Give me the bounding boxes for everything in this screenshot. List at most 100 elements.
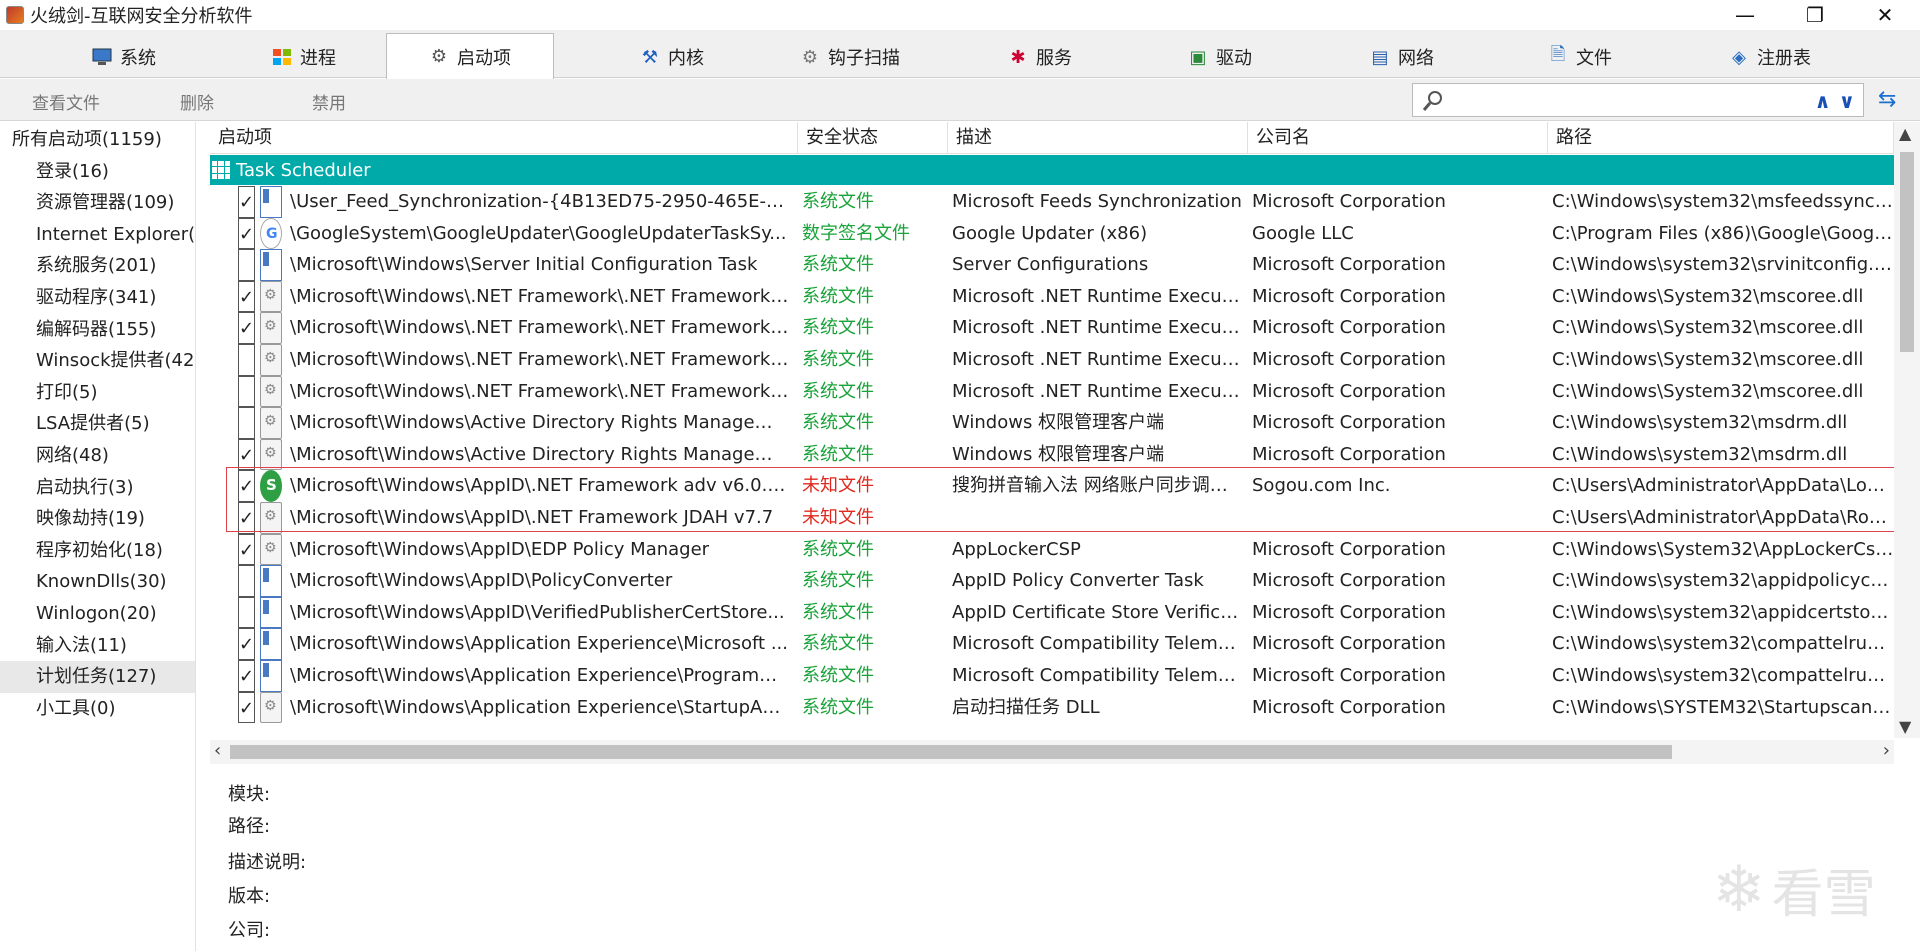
scroll-right-icon[interactable]: › bbox=[1883, 740, 1890, 761]
dll-file-icon bbox=[260, 533, 282, 566]
search-prev-icon[interactable]: ∧ bbox=[1815, 89, 1831, 113]
tab-drivers[interactable]: ▣ 驱动 bbox=[1160, 36, 1280, 78]
sidebar-item[interactable]: 启动执行(3) bbox=[0, 472, 195, 504]
sidebar-item[interactable]: 映像劫持(19) bbox=[0, 503, 195, 535]
table-row[interactable]: \Microsoft\Windows\Active Directory Righ… bbox=[210, 407, 1894, 439]
row-checkbox[interactable]: ✓ bbox=[238, 312, 255, 344]
table-row[interactable]: ✓ \User_Feed_Synchronization-{4B13ED75-29… bbox=[210, 186, 1894, 218]
windows-logo-icon bbox=[272, 48, 292, 66]
table-row[interactable]: ✓ \Microsoft\Windows\AppID\.NET Framework… bbox=[210, 470, 1894, 502]
sidebar-item[interactable]: 输入法(11) bbox=[0, 630, 195, 662]
tab-system[interactable]: 系统 bbox=[64, 36, 184, 78]
tab-label: 内核 bbox=[668, 48, 704, 69]
horizontal-scrollbar[interactable]: ‹ › bbox=[210, 740, 1894, 764]
scroll-down-icon[interactable]: ▼ bbox=[1899, 717, 1911, 736]
search-icon bbox=[1422, 91, 1442, 111]
disable-button[interactable]: 禁用 bbox=[312, 89, 346, 114]
scroll-left-icon[interactable]: ‹ bbox=[214, 740, 221, 761]
window-controls: — ❐ ✕ bbox=[1710, 0, 1920, 30]
table-row[interactable]: ✓ \Microsoft\Windows\.NET Framework\.NET … bbox=[210, 312, 1894, 344]
row-checkbox[interactable]: ✓ bbox=[238, 280, 255, 313]
sidebar-item[interactable]: 程序初始化(18) bbox=[0, 535, 195, 567]
vertical-scroll-thumb[interactable] bbox=[1900, 152, 1914, 352]
table-row[interactable]: \Microsoft\Windows\.NET Framework\.NET F… bbox=[210, 343, 1894, 376]
tab-hook-scan[interactable]: ⚙ 钩子扫描 bbox=[780, 36, 920, 78]
cell-startup-item: \Microsoft\Windows\Application Experienc… bbox=[290, 696, 790, 718]
table-row[interactable]: ✓ \GoogleSystem\GoogleUpdater\GoogleUpdat… bbox=[210, 217, 1894, 250]
row-checkbox[interactable] bbox=[238, 596, 255, 629]
sidebar-item-all[interactable]: 所有启动项(1159) bbox=[0, 124, 195, 156]
search-box[interactable]: ∧ ∨ bbox=[1412, 83, 1864, 117]
table-row[interactable]: ✓ \Microsoft\Windows\Application Experien… bbox=[210, 659, 1894, 692]
sidebar-item[interactable]: 资源管理器(109) bbox=[0, 187, 195, 219]
table-row[interactable]: ✓ \Microsoft\Windows\.NET Framework\.NET … bbox=[210, 280, 1894, 313]
cell-security-status: 系统文件 bbox=[802, 538, 874, 560]
scroll-up-icon[interactable]: ▲ bbox=[1899, 124, 1911, 143]
row-checkbox[interactable]: ✓ bbox=[238, 628, 255, 660]
refresh-icon[interactable]: ⇆ bbox=[1878, 87, 1896, 112]
maximize-button[interactable]: ❐ bbox=[1780, 0, 1850, 30]
sidebar-item[interactable]: KnownDlls(30) bbox=[0, 566, 195, 598]
sidebar-item[interactable]: 系统服务(201) bbox=[0, 250, 195, 282]
tab-kernel[interactable]: ⚒ 内核 bbox=[612, 36, 732, 78]
sidebar-item[interactable]: Winsock提供者(42) bbox=[0, 345, 195, 377]
sidebar-item[interactable]: 编解码器(155) bbox=[0, 314, 195, 346]
tab-process[interactable]: 进程 bbox=[244, 36, 364, 78]
sidebar-item[interactable]: 网络(48) bbox=[0, 440, 195, 472]
watermark-text: 看雪 bbox=[1771, 865, 1876, 925]
row-checkbox[interactable]: ✓ bbox=[238, 438, 255, 471]
row-checkbox[interactable]: ✓ bbox=[238, 691, 255, 724]
table-row[interactable]: ✓ \Microsoft\Windows\Application Experien… bbox=[210, 691, 1894, 724]
vertical-scrollbar[interactable]: ▲ ▼ bbox=[1894, 122, 1920, 738]
column-header-security-status[interactable]: 安全状态 bbox=[798, 122, 948, 154]
row-checkbox[interactable]: ✓ bbox=[238, 659, 255, 692]
cell-path: C:\Windows\system32\compattelrunne bbox=[1552, 664, 1894, 686]
sidebar-item[interactable]: 登录(16) bbox=[0, 156, 195, 188]
search-next-icon[interactable]: ∨ bbox=[1839, 89, 1855, 113]
sidebar-item[interactable]: 驱动程序(341) bbox=[0, 282, 195, 314]
row-checkbox[interactable]: ✓ bbox=[238, 217, 255, 250]
sidebar-item[interactable]: 小工具(0) bbox=[0, 693, 195, 725]
row-checkbox[interactable] bbox=[238, 407, 255, 439]
view-file-button[interactable]: 查看文件 bbox=[32, 89, 100, 114]
cell-description: Microsoft Feeds Synchronization bbox=[952, 191, 1242, 212]
column-header-description[interactable]: 描述 bbox=[948, 122, 1248, 154]
row-checkbox[interactable]: ✓ bbox=[238, 533, 255, 566]
table-row[interactable]: ✓ \Microsoft\Windows\Active Directory Rig… bbox=[210, 438, 1894, 471]
table-row[interactable]: \Microsoft\Windows\AppID\VerifiedPublish… bbox=[210, 596, 1894, 629]
minimize-button[interactable]: — bbox=[1710, 0, 1780, 30]
table-row[interactable]: \Microsoft\Windows\.NET Framework\.NET F… bbox=[210, 375, 1894, 408]
close-button[interactable]: ✕ bbox=[1850, 0, 1920, 30]
column-header-startup-item[interactable]: 启动项 bbox=[210, 122, 798, 154]
column-header-path[interactable]: 路径 bbox=[1548, 122, 1894, 154]
column-header-company[interactable]: 公司名 bbox=[1248, 122, 1548, 154]
tab-registry[interactable]: ◈ 注册表 bbox=[1700, 36, 1840, 78]
row-checkbox[interactable]: ✓ bbox=[238, 470, 255, 502]
horizontal-scroll-thumb[interactable] bbox=[230, 745, 1672, 759]
sidebar-item[interactable]: Internet Explorer(9 bbox=[0, 219, 195, 251]
row-checkbox[interactable]: ✓ bbox=[238, 501, 255, 534]
table-row[interactable]: ✓ \Microsoft\Windows\AppID\.NET Framework… bbox=[210, 501, 1894, 534]
row-checkbox[interactable]: ✓ bbox=[238, 186, 255, 218]
tab-startup[interactable]: ⚙ 启动项 bbox=[386, 33, 554, 79]
table-row[interactable]: ✓ \Microsoft\Windows\AppID\EDP Policy Man… bbox=[210, 533, 1894, 566]
table-row[interactable]: \Microsoft\Windows\AppID\PolicyConverter… bbox=[210, 565, 1894, 597]
sidebar-item[interactable]: Winlogon(20) bbox=[0, 598, 195, 630]
tab-files[interactable]: 🗎 文件 bbox=[1520, 36, 1640, 78]
sidebar-item[interactable]: 计划任务(127) bbox=[0, 661, 195, 693]
tab-network[interactable]: ▤ 网络 bbox=[1342, 36, 1462, 78]
row-checkbox[interactable] bbox=[238, 249, 255, 281]
table-row[interactable]: ✓ \Microsoft\Windows\Application Experien… bbox=[210, 628, 1894, 660]
sidebar-list: 登录(16) 资源管理器(109) Internet Explorer(9 系统服务(… bbox=[0, 156, 195, 725]
sidebar-item[interactable]: LSA提供者(5) bbox=[0, 408, 195, 440]
delete-button[interactable]: 删除 bbox=[180, 89, 214, 114]
sidebar-item[interactable]: 打印(5) bbox=[0, 377, 195, 409]
row-checkbox[interactable] bbox=[238, 375, 255, 408]
row-checkbox[interactable] bbox=[238, 565, 255, 597]
cell-description: 搜狗拼音输入法 网络账户同步调度... bbox=[952, 475, 1244, 497]
cell-path: C:\Users\Administrator\AppData\Local\ bbox=[1552, 475, 1894, 497]
tab-services[interactable]: ✱ 服务 bbox=[980, 36, 1100, 78]
table-row[interactable]: \Microsoft\Windows\Server Initial Config… bbox=[210, 249, 1894, 281]
row-checkbox[interactable] bbox=[238, 343, 255, 376]
group-row-task-scheduler[interactable]: Task Scheduler bbox=[210, 155, 1894, 185]
